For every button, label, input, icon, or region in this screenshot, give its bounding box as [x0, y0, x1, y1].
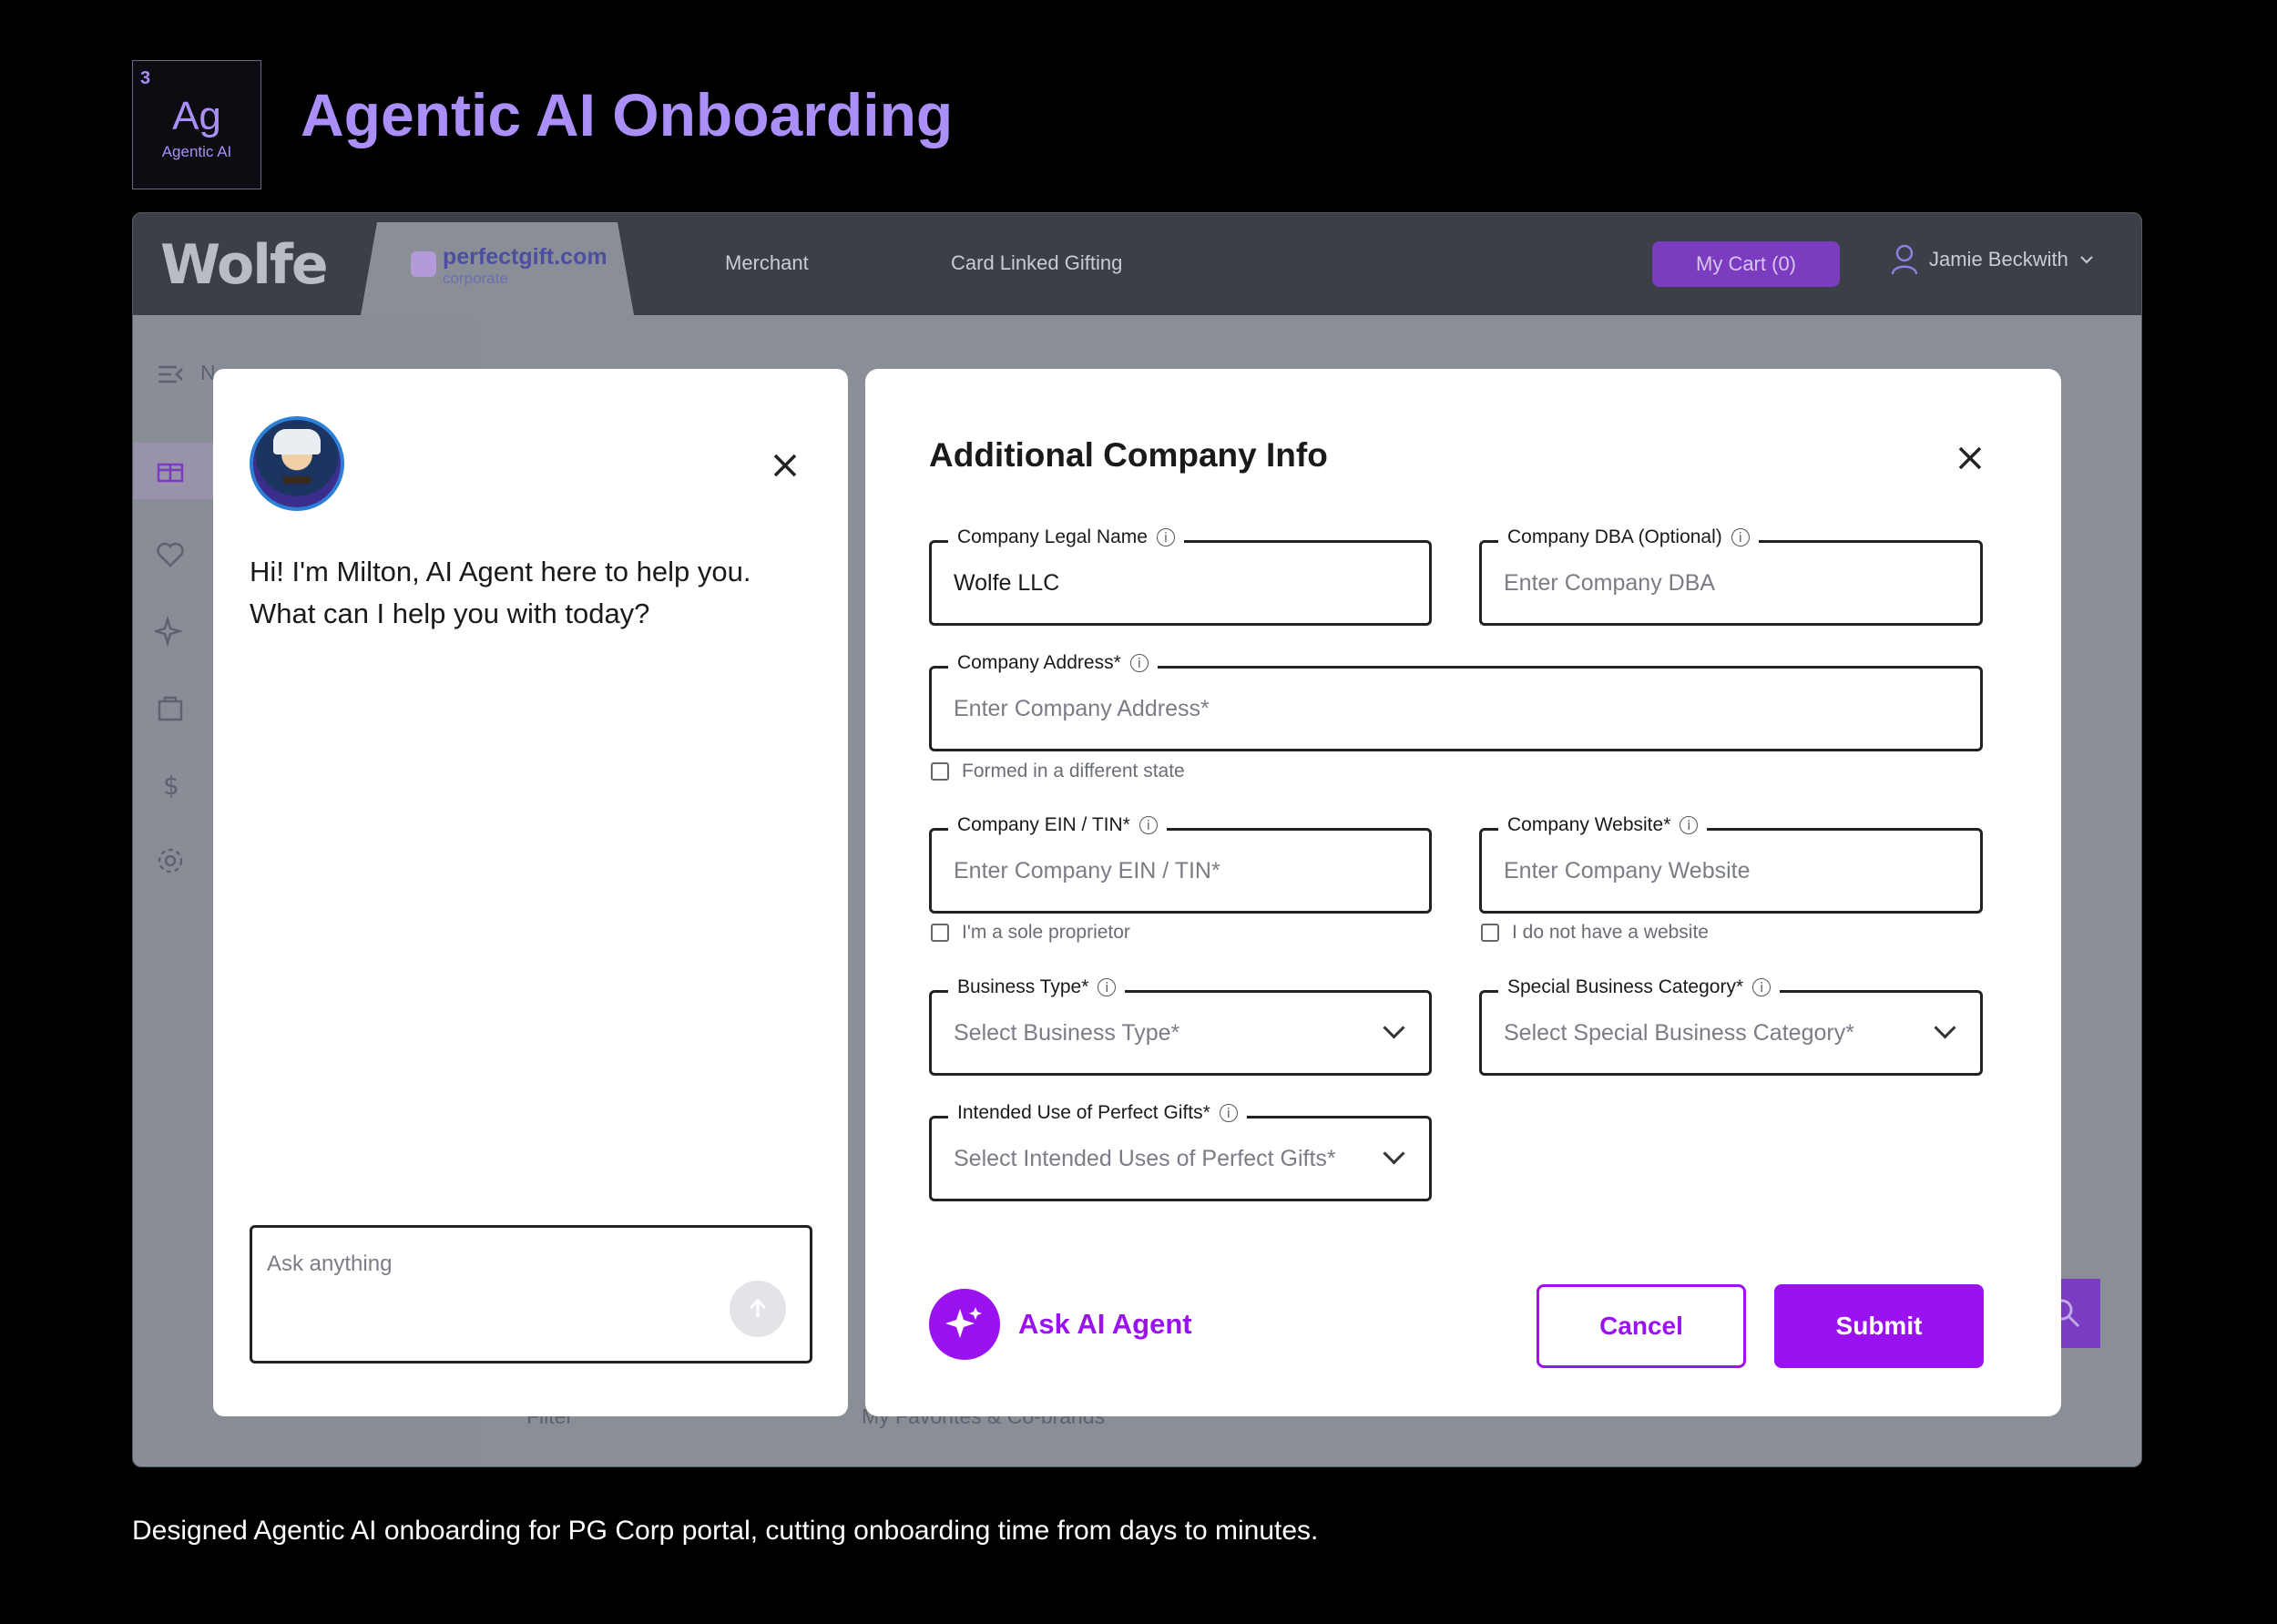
badge-symbol: Ag — [172, 94, 221, 138]
gift-icon[interactable] — [155, 454, 186, 485]
nav-card-linked-gifting[interactable]: Card Linked Gifting — [951, 251, 1122, 275]
top-navbar: Wolfe perfectgift.com corporate Merchant… — [133, 213, 2141, 315]
website-label: Company Website* i — [1498, 814, 1708, 836]
ask-ai-agent-button[interactable]: Ask AI Agent — [929, 1289, 1192, 1360]
chevron-down-icon — [1383, 1016, 1405, 1039]
hat-shape — [273, 429, 321, 455]
legal-name-label: Company Legal Name i — [948, 526, 1184, 548]
info-icon: i — [1680, 816, 1699, 834]
ai-sparkle-icon — [929, 1289, 1000, 1360]
business-type-placeholder: Select Business Type* — [954, 1020, 1180, 1046]
legal-name-value: Wolfe LLC — [954, 570, 1060, 596]
website-placeholder: Enter Company Website — [1504, 858, 1751, 883]
checkbox-box[interactable] — [931, 762, 949, 781]
arrow-up-icon — [749, 1298, 767, 1317]
ein-label: Company EIN / TIN* i — [948, 814, 1167, 836]
intended-use-label: Intended Use of Perfect Gifts* i — [948, 1102, 1247, 1124]
chat-message: Hi! I'm Milton, AI Agent here to help yo… — [250, 556, 751, 629]
info-icon: i — [1156, 528, 1175, 546]
modal-close-icon[interactable] — [1954, 442, 1986, 475]
dba-label: Company DBA (Optional) i — [1498, 526, 1759, 548]
address-label: Company Address* i — [948, 652, 1158, 674]
chat-close-icon[interactable] — [769, 449, 802, 482]
bag-icon[interactable] — [155, 692, 186, 723]
dollar-icon[interactable]: $ — [155, 769, 186, 800]
my-cart-button[interactable]: My Cart (0) — [1652, 241, 1840, 287]
special-category-label: Special Business Category* i — [1498, 976, 1781, 998]
sole-proprietor-checkbox[interactable]: I'm a sole proprietor — [931, 922, 1130, 944]
badge-caption: Agentic AI — [161, 143, 232, 160]
ask-ai-label: Ask AI Agent — [1018, 1308, 1192, 1340]
svg-text:$: $ — [163, 771, 179, 800]
legal-name-field[interactable]: Company Legal Name i Wolfe LLC — [929, 526, 1432, 626]
submit-button[interactable]: Submit — [1774, 1284, 1984, 1368]
caption-text: Designed Agentic AI onboarding for PG Co… — [132, 1516, 1319, 1546]
address-placeholder: Enter Company Address* — [954, 696, 1210, 721]
intended-use-select[interactable]: Intended Use of Perfect Gifts* i Select I… — [929, 1102, 1432, 1201]
info-icon: i — [1752, 978, 1772, 996]
company-info-modal: Additional Company Info Company Legal Na… — [865, 369, 2061, 1416]
info-icon: i — [1219, 1104, 1238, 1122]
portal-name: perfectgift.com — [443, 244, 608, 270]
info-icon: i — [1098, 978, 1117, 996]
cancel-button[interactable]: Cancel — [1537, 1284, 1746, 1368]
website-field[interactable]: Company Website* i Enter Company Website — [1479, 814, 1983, 914]
address-field[interactable]: Company Address* i Enter Company Address* — [929, 652, 1983, 751]
chat-input-placeholder: Ask anything — [267, 1251, 393, 1276]
different-state-checkbox[interactable]: Formed in a different state — [931, 761, 1185, 782]
special-category-placeholder: Select Special Business Category* — [1504, 1020, 1854, 1046]
user-icon — [1891, 244, 1918, 275]
element-badge: 3 Ag Agentic AI — [132, 60, 261, 189]
milton-avatar — [250, 416, 344, 511]
menu-collapse-icon[interactable] — [155, 359, 186, 390]
sparkle-icon[interactable] — [155, 616, 186, 647]
modal-title: Additional Company Info — [929, 436, 1328, 474]
checkbox-box[interactable] — [1481, 924, 1499, 942]
chevron-down-icon — [1934, 1016, 1956, 1039]
nav-merchant[interactable]: Merchant — [725, 251, 809, 275]
dba-field[interactable]: Company DBA (Optional) i Enter Company DB… — [1479, 526, 1983, 626]
ein-placeholder: Enter Company EIN / TIN* — [954, 858, 1220, 883]
chevron-down-icon — [2080, 256, 2093, 264]
perfectgift-logo-icon — [411, 251, 436, 277]
send-button[interactable] — [730, 1281, 786, 1337]
intended-use-placeholder: Select Intended Uses of Perfect Gifts* — [954, 1146, 1336, 1171]
settings-gear-icon[interactable] — [155, 845, 186, 876]
info-icon: i — [1138, 816, 1158, 834]
heart-icon[interactable] — [155, 539, 186, 570]
mustache-shape — [282, 476, 311, 484]
info-icon: i — [1129, 654, 1149, 672]
ein-field[interactable]: Company EIN / TIN* i Enter Company EIN / … — [929, 814, 1432, 914]
chat-input[interactable]: Ask anything — [250, 1225, 812, 1364]
special-category-select[interactable]: Special Business Category* i Select Speci… — [1479, 976, 1983, 1076]
dba-placeholder: Enter Company DBA — [1504, 570, 1716, 596]
page-title: Agentic AI Onboarding — [301, 81, 954, 148]
tab-perfectgift[interactable]: perfectgift.com corporate — [361, 222, 634, 315]
badge-number: 3 — [140, 68, 151, 88]
wolfe-logo: Wolfe — [160, 233, 329, 297]
user-name: Jamie Beckwith — [1929, 248, 2068, 271]
no-website-checkbox[interactable]: I do not have a website — [1481, 922, 1709, 944]
checkbox-box[interactable] — [931, 924, 949, 942]
business-type-label: Business Type* i — [948, 976, 1126, 998]
ai-chat-panel: Hi! I'm Milton, AI Agent here to help yo… — [213, 369, 848, 1416]
info-icon: i — [1731, 528, 1750, 546]
user-menu[interactable]: Jamie Beckwith — [1891, 244, 2094, 275]
portal-sub: corporate — [443, 270, 508, 287]
chevron-down-icon — [1383, 1142, 1405, 1165]
business-type-select[interactable]: Business Type* i Select Business Type* — [929, 976, 1432, 1076]
